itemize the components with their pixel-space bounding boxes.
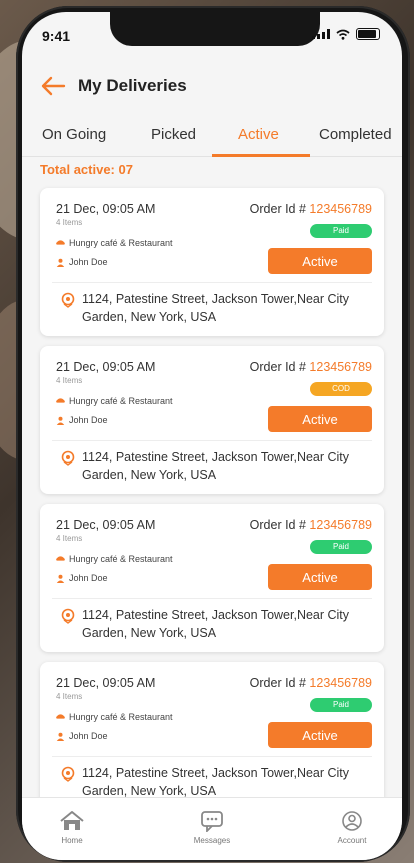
nav-home[interactable]: Home [32, 810, 112, 845]
chat-icon [201, 811, 223, 832]
restaurant-row: Hungry café & Restaurant [56, 396, 173, 406]
delivery-card[interactable]: 21 Dec, 09:05 AM 4 Items Hungry café & R… [40, 662, 384, 810]
delivery-card[interactable]: 21 Dec, 09:05 AM 4 Items Hungry café & R… [40, 188, 384, 336]
status-icons [312, 28, 380, 40]
card-divider [52, 282, 372, 283]
card-divider [52, 598, 372, 599]
location-pin-icon [61, 450, 75, 466]
address-text: 1124, Patestine Street, Jackson Tower,Ne… [82, 766, 350, 798]
delivery-address: 1124, Patestine Street, Jackson Tower,Ne… [60, 290, 372, 326]
customer-row: John Doe [56, 257, 108, 267]
delivery-address: 1124, Patestine Street, Jackson Tower,Ne… [60, 448, 372, 484]
restaurant-icon [56, 239, 65, 245]
active-button[interactable]: Active [268, 406, 372, 432]
back-arrow-icon[interactable] [40, 74, 66, 98]
user-icon [56, 258, 65, 267]
bottom-nav: Home Messages Account [22, 797, 402, 860]
user-icon [56, 416, 65, 425]
nav-account-label: Account [337, 836, 367, 845]
address-text: 1124, Patestine Street, Jackson Tower,Ne… [82, 608, 350, 640]
order-date: 21 Dec, 09:05 AM [56, 202, 156, 216]
restaurant-name: Hungry café & Restaurant [69, 238, 173, 248]
delivery-card[interactable]: 21 Dec, 09:05 AM 4 Items Hungry café & R… [40, 346, 384, 494]
nav-messages-label: Messages [193, 836, 231, 845]
card-divider [52, 440, 372, 441]
total-active-count: Total active: 07 [40, 162, 133, 177]
delivery-tabs: On Going Picked Active Completed [22, 118, 402, 157]
order-id-value: 123456789 [309, 518, 372, 532]
item-count: 4 Items [56, 218, 83, 227]
payment-badge: COD [310, 382, 372, 396]
restaurant-row: Hungry café & Restaurant [56, 712, 173, 722]
payment-badge: Paid [310, 540, 372, 554]
customer-row: John Doe [56, 731, 108, 741]
user-icon [56, 574, 65, 583]
order-id-value: 123456789 [309, 360, 372, 374]
home-icon [60, 811, 84, 830]
order-id-label: Order Id # [249, 360, 306, 374]
location-pin-icon [61, 608, 75, 624]
card-divider [52, 756, 372, 757]
address-text: 1124, Patestine Street, Jackson Tower,Ne… [82, 292, 350, 324]
wifi-icon [336, 29, 350, 40]
app-header: My Deliveries [22, 70, 402, 104]
restaurant-name: Hungry café & Restaurant [69, 554, 173, 564]
signal-icon [312, 29, 330, 39]
restaurant-name: Hungry café & Restaurant [69, 712, 173, 722]
payment-badge: Paid [310, 224, 372, 238]
address-text: 1124, Patestine Street, Jackson Tower,Ne… [82, 450, 350, 482]
customer-name: John Doe [69, 731, 108, 741]
delivery-card[interactable]: 21 Dec, 09:05 AM 4 Items Hungry café & R… [40, 504, 384, 652]
order-id-label: Order Id # [249, 518, 306, 532]
order-id: Order Id # 123456789 [250, 360, 372, 374]
nav-messages[interactable]: Messages [172, 810, 252, 845]
restaurant-icon [56, 713, 65, 719]
restaurant-icon [56, 555, 65, 561]
order-id: Order Id # 123456789 [250, 202, 372, 216]
user-icon [56, 732, 65, 741]
tab-completed[interactable]: Completed [319, 126, 392, 143]
page-title: My Deliveries [78, 76, 187, 95]
tab-active[interactable]: Active [238, 126, 279, 143]
item-count: 4 Items [56, 376, 83, 385]
customer-name: John Doe [69, 415, 108, 425]
app-screen: 9:41 My Deliveries On Going Picked Activ… [22, 12, 402, 860]
order-date: 21 Dec, 09:05 AM [56, 518, 156, 532]
customer-row: John Doe [56, 573, 108, 583]
order-id: Order Id # 123456789 [250, 518, 372, 532]
active-button[interactable]: Active [268, 722, 372, 748]
location-pin-icon [61, 766, 75, 782]
location-pin-icon [61, 292, 75, 308]
restaurant-row: Hungry café & Restaurant [56, 238, 173, 248]
item-count: 4 Items [56, 692, 83, 701]
tab-on-going[interactable]: On Going [42, 126, 106, 143]
order-date: 21 Dec, 09:05 AM [56, 676, 156, 690]
order-id-label: Order Id # [249, 676, 306, 690]
restaurant-name: Hungry café & Restaurant [69, 396, 173, 406]
customer-row: John Doe [56, 415, 108, 425]
restaurant-icon [56, 397, 65, 403]
delivery-address: 1124, Patestine Street, Jackson Tower,Ne… [60, 606, 372, 642]
nav-account[interactable]: Account [312, 810, 392, 845]
item-count: 4 Items [56, 534, 83, 543]
customer-name: John Doe [69, 573, 108, 583]
delivery-address: 1124, Patestine Street, Jackson Tower,Ne… [60, 764, 372, 800]
active-button[interactable]: Active [268, 564, 372, 590]
restaurant-row: Hungry café & Restaurant [56, 554, 173, 564]
order-id-label: Order Id # [249, 202, 306, 216]
user-icon [342, 811, 362, 831]
active-button[interactable]: Active [268, 248, 372, 274]
status-time: 9:41 [42, 28, 71, 44]
battery-icon [356, 28, 380, 40]
order-id-value: 123456789 [309, 202, 372, 216]
active-tab-indicator [212, 154, 310, 157]
order-id: Order Id # 123456789 [250, 676, 372, 690]
order-date: 21 Dec, 09:05 AM [56, 360, 156, 374]
nav-home-label: Home [61, 836, 83, 845]
status-bar: 9:41 [22, 24, 402, 48]
payment-badge: Paid [310, 698, 372, 712]
customer-name: John Doe [69, 257, 108, 267]
order-id-value: 123456789 [309, 676, 372, 690]
tab-picked[interactable]: Picked [151, 126, 196, 143]
